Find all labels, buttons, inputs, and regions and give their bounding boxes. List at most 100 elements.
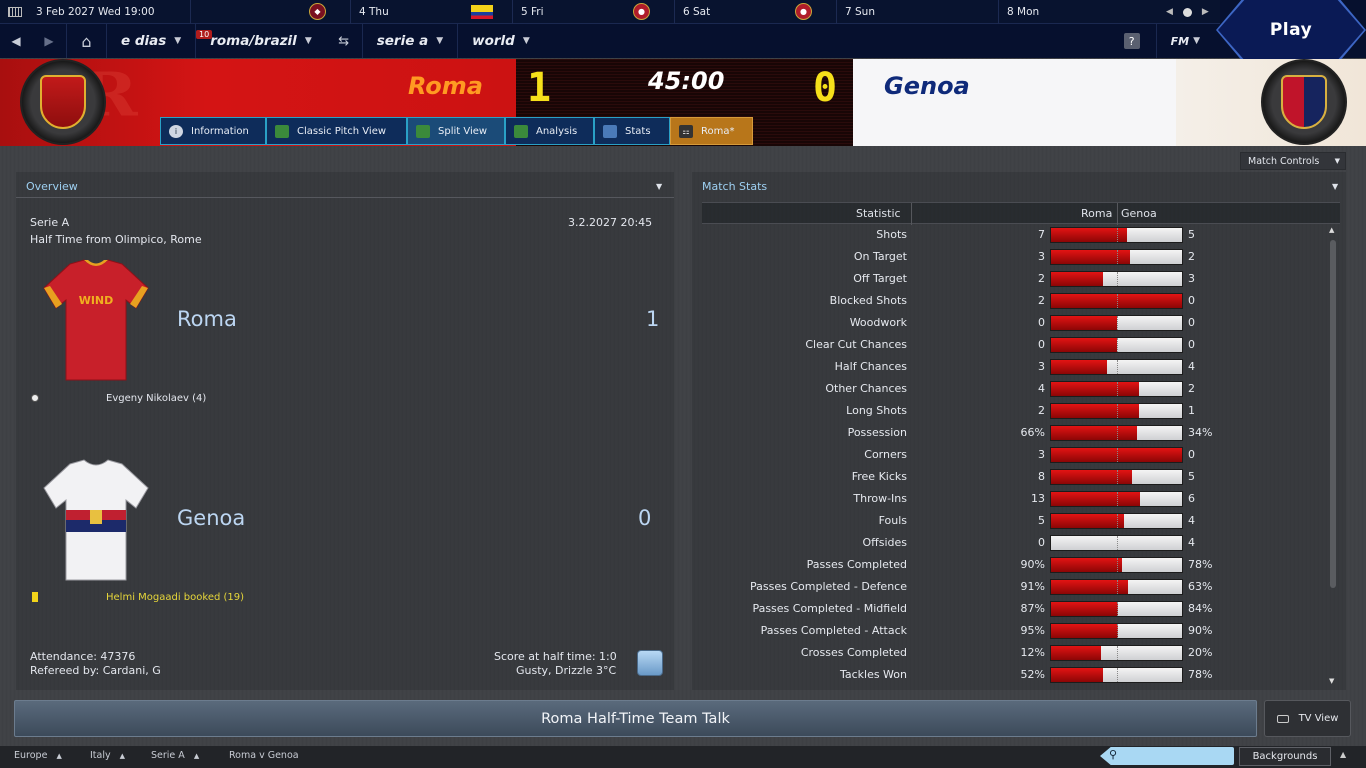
calendar-day-mon[interactable]: 8 Mon <box>998 0 1158 24</box>
chevron-up-icon: ▲ <box>193 752 200 760</box>
scroll-up-icon[interactable]: ▲ <box>1329 226 1334 234</box>
fm-menu[interactable]: FM ▼ <box>1155 24 1220 58</box>
stat-label: Blocked Shots <box>829 294 907 307</box>
calendar-today-icon[interactable] <box>1182 7 1192 17</box>
stat-home-value: 0 <box>1038 316 1045 329</box>
stat-bar-midline <box>1117 624 1118 638</box>
stat-label: On Target <box>853 250 907 263</box>
stat-home-value: 12% <box>1020 646 1045 659</box>
play-button[interactable]: Play <box>1218 0 1364 60</box>
scroll-down-icon[interactable]: ▼ <box>1329 677 1334 685</box>
team-talk-button[interactable]: Roma Half-Time Team Talk <box>14 700 1257 737</box>
tab-classic-pitch-view[interactable]: Classic Pitch View <box>266 117 407 145</box>
genoa-crest-icon <box>1261 59 1347 145</box>
current-date[interactable]: 3 Feb 2027 Wed 19:00 <box>0 0 190 24</box>
stat-away-value: 0 <box>1188 338 1195 351</box>
stat-row: Passes Completed - Midfield 87% 84% <box>702 598 1327 620</box>
stats-scrollbar[interactable] <box>1330 240 1336 588</box>
tab-split-view[interactable]: Split View <box>407 117 505 145</box>
help-button[interactable]: ? <box>1123 33 1140 49</box>
backgrounds-button[interactable]: Backgrounds <box>1239 747 1331 766</box>
inbox-badge[interactable]: 10 <box>196 30 213 39</box>
stat-bar-home-fill <box>1051 382 1139 396</box>
overview-home-score: 1 <box>646 307 660 331</box>
breadcrumb-serie-a[interactable]: Serie A ▲ <box>151 750 199 761</box>
stat-away-value: 63% <box>1188 580 1213 593</box>
stat-label: Crosses Completed <box>800 646 907 659</box>
away-booking-event: Helmi Mogaadi booked (19) <box>106 592 245 603</box>
breadcrumb-match[interactable]: Roma v Genoa <box>229 750 299 761</box>
home-icon[interactable]: ⌂ <box>66 24 106 58</box>
chevron-down-icon: ▼ <box>1334 157 1340 165</box>
navigation-bar: ◀ ▶ ⌂ e dias ▼ roma/brazil ▼ ⇆ serie a ▼ wo… <box>0 24 1220 58</box>
manager-menu-label: e dias <box>121 33 167 49</box>
tab-label: Split View <box>438 125 488 137</box>
column-statistic[interactable]: Statistic <box>856 207 901 220</box>
stat-bar <box>1050 359 1183 375</box>
tab-analysis[interactable]: Analysis <box>505 117 594 145</box>
stat-away-value: 5 <box>1188 470 1195 483</box>
world-menu-label: world <box>472 33 515 49</box>
calendar-day-label: 8 Mon <box>1007 6 1040 18</box>
home-score: 1 <box>527 65 552 111</box>
info-icon: i <box>169 124 183 138</box>
stat-label: Passes Completed - Midfield <box>752 602 907 615</box>
stat-home-value: 4 <box>1038 382 1045 395</box>
calendar-strip: 3 Feb 2027 Wed 19:00 4 Thu ◆ 5 Fri 6 Sat… <box>0 0 1220 24</box>
column-home[interactable]: Roma <box>1081 207 1112 220</box>
swap-icon[interactable]: ⇆ <box>326 24 362 58</box>
calendar-day-sun[interactable]: 7 Sun ● <box>795 0 998 24</box>
stat-bar-home-fill <box>1051 624 1118 638</box>
breadcrumb-italy[interactable]: Italy ▲ <box>90 750 125 761</box>
calendar-prev-icon[interactable]: ◀ <box>1166 7 1173 17</box>
stat-label: Woodwork <box>849 316 907 329</box>
overview-title: Overview <box>26 180 78 193</box>
search-input[interactable]: ⚲ <box>1100 747 1234 765</box>
tab-information[interactable]: i Information <box>160 117 266 145</box>
weather-drizzle-icon <box>637 650 663 676</box>
fm-menu-label: FM <box>1170 34 1190 48</box>
match-stats-collapse-icon[interactable]: ▼ <box>1332 182 1338 191</box>
keyboard-icon <box>8 7 22 17</box>
overview-panel <box>16 172 674 690</box>
calendar-next-icon[interactable]: ▶ <box>1202 7 1209 17</box>
stat-row: Other Chances 4 2 <box>702 378 1327 400</box>
stat-row: Fouls 5 4 <box>702 510 1327 532</box>
tv-view-button[interactable]: TV View <box>1264 700 1351 737</box>
overview-home-team: Roma <box>177 307 237 331</box>
chevron-down-icon: ▼ <box>1193 36 1200 46</box>
world-menu[interactable]: world ▼ <box>457 24 544 58</box>
stat-label: Possession <box>847 426 907 439</box>
calendar-day-blank[interactable] <box>190 0 350 24</box>
back-arrow-icon[interactable]: ◀ <box>0 24 32 58</box>
calendar-day-label: 4 Thu <box>359 6 389 18</box>
stat-label: Passes Completed <box>806 558 907 571</box>
tab-roma-tactics[interactable]: ⚏ Roma* <box>670 117 753 145</box>
stat-away-value: 34% <box>1188 426 1213 439</box>
forward-arrow-icon[interactable]: ▶ <box>32 24 66 58</box>
team-menu[interactable]: roma/brazil ▼ <box>195 24 326 58</box>
column-away[interactable]: Genoa <box>1121 207 1157 220</box>
stat-bar <box>1050 513 1183 529</box>
tab-stats[interactable]: Stats <box>594 117 670 145</box>
competition-menu[interactable]: serie a ▼ <box>361 24 457 58</box>
stat-bar-midline <box>1117 492 1118 506</box>
column-divider <box>1117 203 1118 225</box>
match-controls-dropdown[interactable]: Match Controls ▼ <box>1240 152 1346 170</box>
match-tabs: i Information Classic Pitch View Split Vi… <box>160 117 753 145</box>
stat-row: Passes Completed - Defence 91% 63% <box>702 576 1327 598</box>
tv-icon <box>1276 714 1289 723</box>
breadcrumb-europe[interactable]: Europe ▲ <box>14 750 62 761</box>
stat-home-value: 87% <box>1020 602 1045 615</box>
overview-collapse-icon[interactable]: ▼ <box>656 182 662 191</box>
stat-away-value: 20% <box>1188 646 1213 659</box>
competition-menu-label: serie a <box>376 33 429 49</box>
ecuador-flag-icon <box>471 5 493 19</box>
roma-crest-icon <box>20 59 106 145</box>
stat-row: Throw-Ins 13 6 <box>702 488 1327 510</box>
manager-menu[interactable]: e dias ▼ <box>106 24 195 58</box>
yellow-card-icon <box>32 592 38 602</box>
tab-label: Information <box>191 125 249 137</box>
chevron-up-icon[interactable]: ▲ <box>1340 750 1346 759</box>
stat-label: Passes Completed - Attack <box>760 624 907 637</box>
